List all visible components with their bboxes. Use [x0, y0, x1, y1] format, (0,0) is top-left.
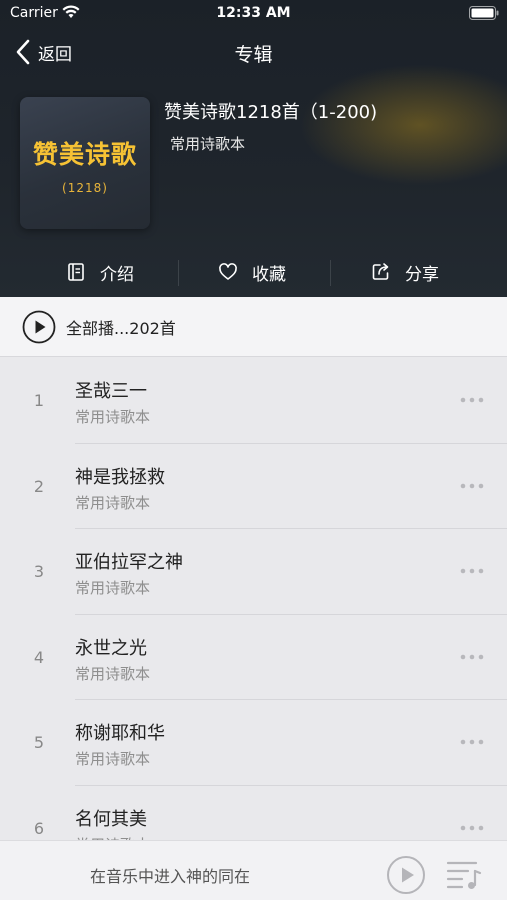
- battery-icon: [469, 6, 499, 20]
- song-number: 1: [33, 391, 45, 410]
- song-number: 4: [33, 647, 45, 667]
- cover-title: 赞美诗歌: [32, 140, 137, 169]
- intro-button[interactable]: 介绍: [66, 250, 134, 294]
- song-subtitle: 常用诗歌本: [75, 493, 151, 512]
- heart-icon: [219, 263, 237, 280]
- ellipsis-icon[interactable]: [459, 390, 485, 410]
- song-title: 神是我拯救: [75, 466, 165, 488]
- ellipsis-icon[interactable]: [459, 818, 485, 838]
- song-number: 5: [33, 733, 45, 752]
- song-number: 2: [33, 476, 45, 496]
- song-row[interactable]: 3 亚伯拉罕之神 常用诗歌本: [0, 529, 507, 615]
- song-row[interactable]: 5 称谢耶和华常用诗歌本: [0, 700, 507, 786]
- song-number: 3: [33, 562, 45, 581]
- page-title: 专辑: [234, 44, 273, 66]
- song-row[interactable]: 4 永世之光常用诗歌本: [0, 615, 507, 700]
- favorite-button[interactable]: 收藏: [218, 250, 286, 294]
- play-all-label: 全部播...202首: [66, 318, 176, 338]
- song-row[interactable]: 2 神是我拯救常用诗歌本: [0, 444, 507, 529]
- ellipsis-icon[interactable]: [459, 476, 485, 496]
- ellipsis-icon[interactable]: [459, 647, 485, 667]
- song-list: 1 圣哉三一 常用诗歌本 2 神是我拯救 常用诗歌本 3 亚伯拉罕之神 常用诗歌本 4 永世之光 常用…: [0, 358, 507, 871]
- album-title: 赞美诗歌1218首（1-200): [164, 102, 378, 123]
- intro-label: 介绍: [100, 264, 134, 285]
- share-label: 分享: [405, 264, 439, 285]
- ellipsis-icon[interactable]: [459, 732, 485, 752]
- song-row[interactable]: 1 圣哉三一常用诗歌本: [0, 358, 507, 444]
- status-time: 12:33 AM: [216, 5, 291, 21]
- song-title: 称谢耶和华: [75, 723, 165, 744]
- song-subtitle: 常用诗歌本: [75, 408, 151, 426]
- song-title: 亚伯拉罕之神: [75, 552, 183, 573]
- mini-player: 在音乐中进入神的同在: [0, 840, 507, 900]
- song-subtitle: 常用诗歌本: [75, 579, 151, 597]
- song-number: 6: [33, 818, 45, 838]
- song-subtitle: 常用诗歌本: [75, 750, 151, 768]
- song-title: 名何其美: [75, 808, 147, 830]
- share-button[interactable]: 分享: [371, 250, 439, 294]
- player-track-text: 在音乐中进入神的同在: [90, 867, 251, 886]
- playlist-music-icon[interactable]: [446, 859, 482, 891]
- song-title: 圣哉三一: [75, 381, 147, 402]
- song-subtitle: 常用诗歌本: [75, 664, 151, 683]
- navigation-bar: 返回 专辑: [0, 32, 507, 72]
- album-subtitle: 常用诗歌本: [170, 135, 246, 153]
- book-icon: [68, 263, 84, 281]
- ellipsis-icon[interactable]: [459, 561, 485, 581]
- play-circle-icon[interactable]: [22, 310, 56, 344]
- action-divider: [330, 260, 331, 286]
- album-header: Carrier 12:33 AM 返回 专辑 赞美诗歌 (1218) 赞美诗歌1…: [0, 0, 507, 297]
- action-divider: [178, 260, 179, 286]
- play-circle-icon[interactable]: [386, 855, 426, 895]
- album-cover: 赞美诗歌 (1218): [20, 97, 150, 229]
- cover-subtitle: (1218): [62, 181, 108, 195]
- favorite-label: 收藏: [252, 264, 286, 285]
- play-all-bar[interactable]: 全部播...202首: [0, 297, 507, 357]
- action-bar: 介绍 收藏 分享: [0, 250, 507, 294]
- song-title: 永世之光: [75, 637, 147, 659]
- share-icon: [372, 263, 389, 280]
- status-bar: Carrier 12:33 AM: [0, 0, 507, 28]
